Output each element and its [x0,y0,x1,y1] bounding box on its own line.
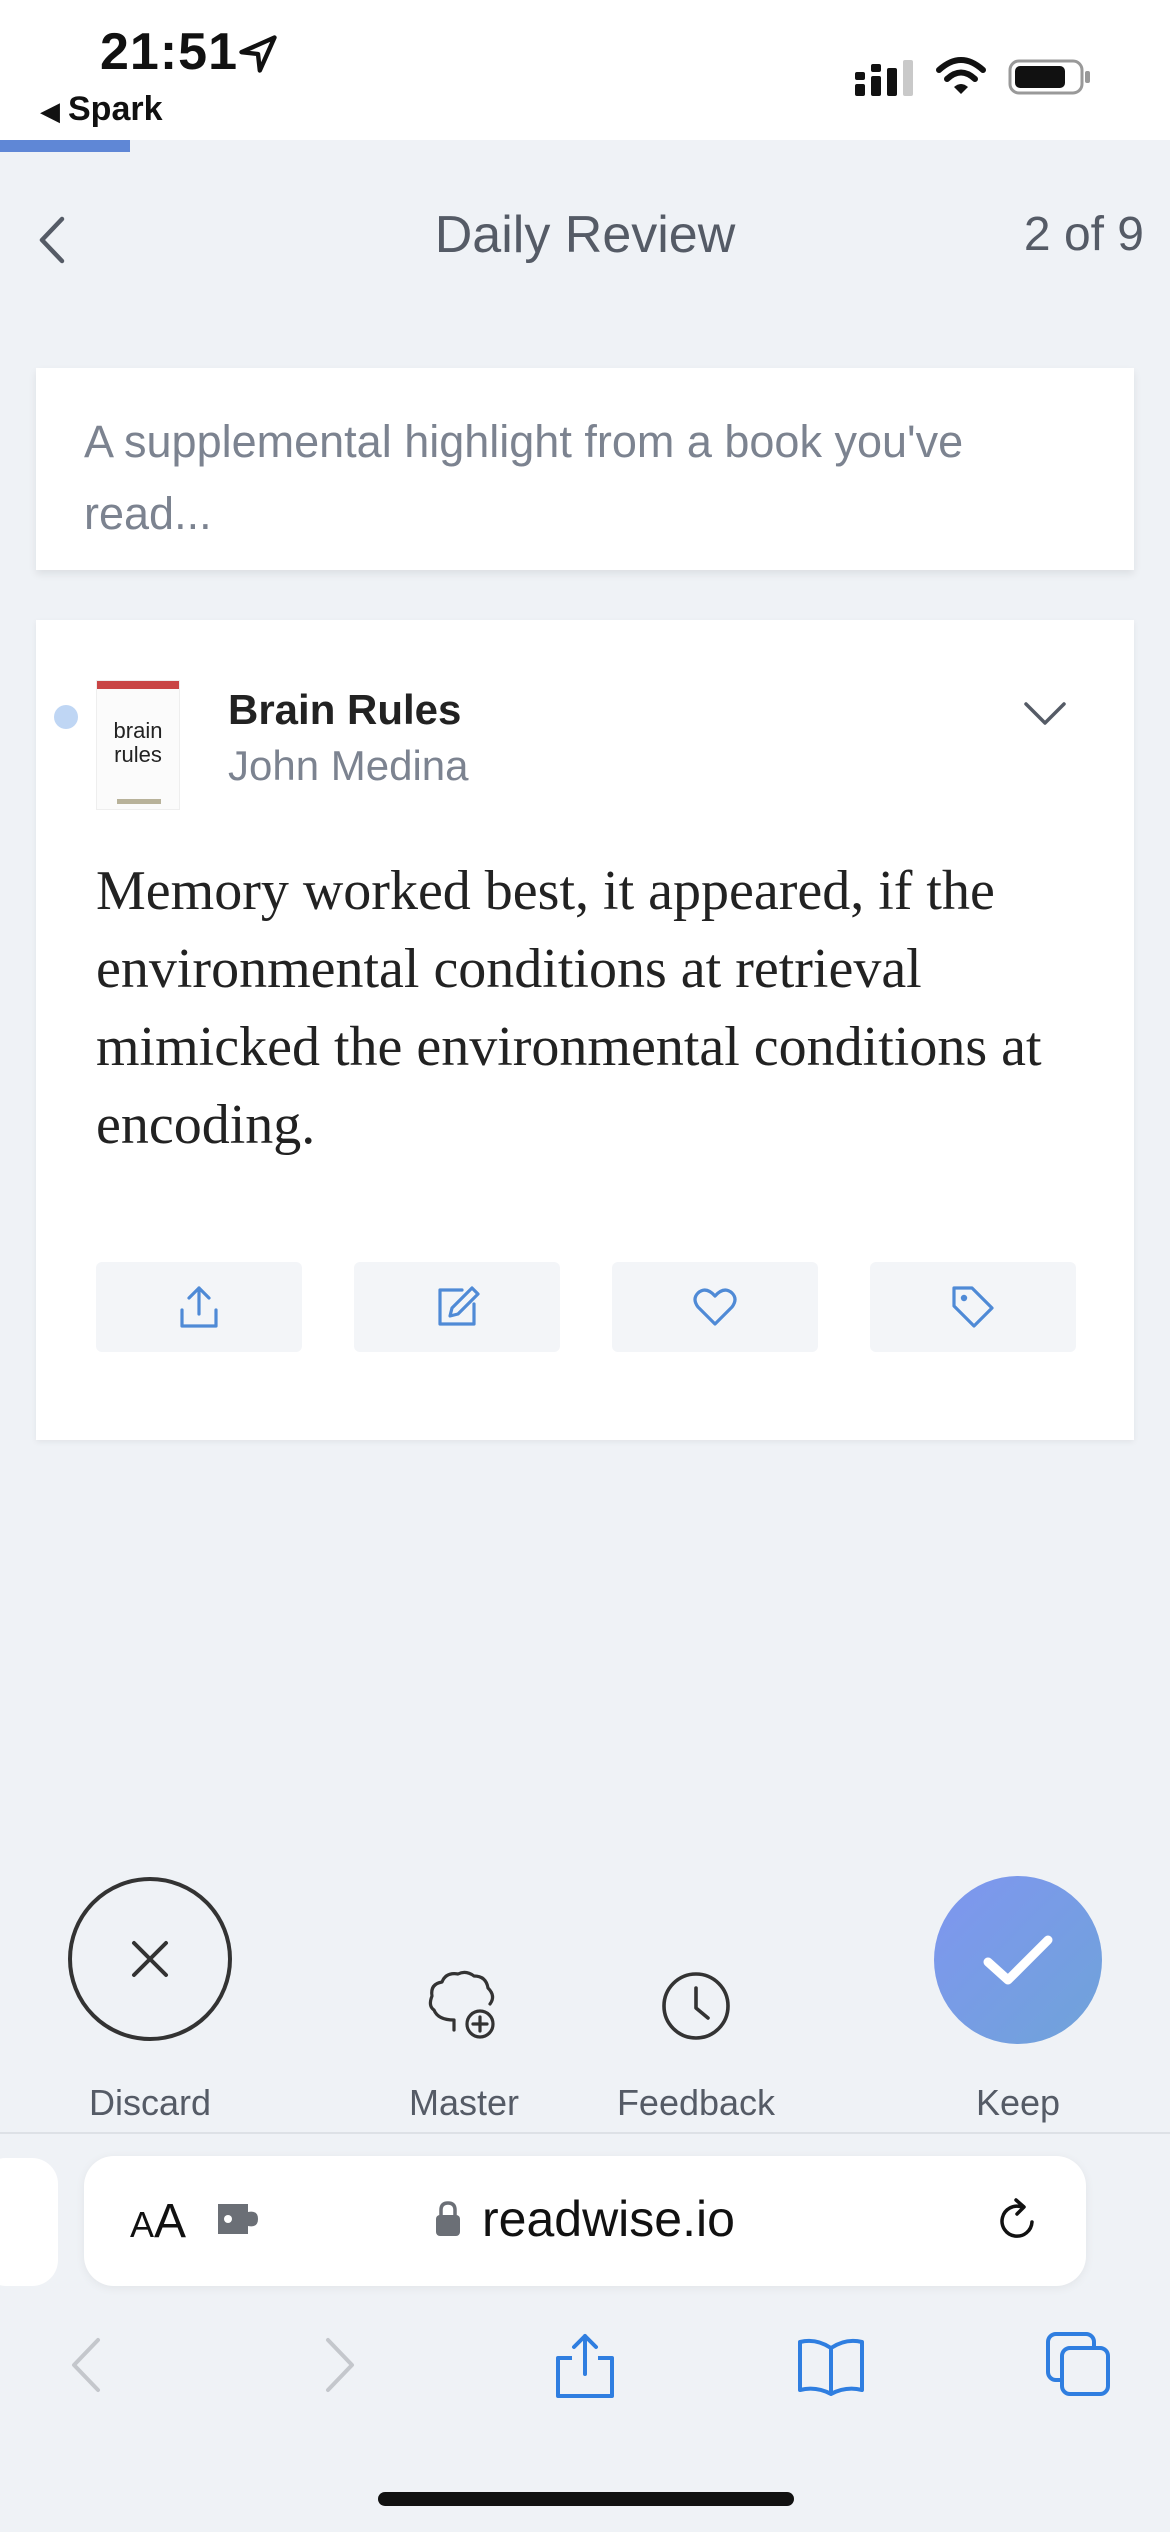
browser-forward-icon[interactable] [304,2330,374,2400]
cover-footer [117,799,161,804]
book-title[interactable]: Brain Rules [228,686,461,734]
status-time: 21:51 [100,23,238,81]
keep-label: Keep [975,2082,1061,2123]
heart-icon [693,1288,737,1326]
tabs-icon[interactable] [1044,2330,1114,2400]
clock-icon[interactable] [660,1970,732,2042]
edit-highlight-button[interactable] [354,1262,560,1352]
supplemental-banner: A supplemental highlight from a book you… [36,368,1134,570]
close-icon [132,1941,168,1977]
browser-separator [0,2132,1170,2134]
banner-text: A supplemental highlight from a book you… [84,416,964,539]
previous-tab-peek[interactable] [0,2158,58,2286]
aa-big: A [154,2195,187,2248]
status-bar: 21:51 ◀ Spark [0,0,1170,140]
back-app-label: Spark [68,90,163,128]
extension-puzzle-icon[interactable] [214,2196,264,2242]
browser-share-icon[interactable] [550,2330,620,2400]
review-progress-bar [0,140,130,152]
back-triangle-icon: ◀ [40,96,60,126]
review-counter: 2 of 9 [1023,208,1144,261]
edit-icon [438,1286,480,1326]
lock-icon [436,2201,460,2236]
highlight-card: brain rules Brain Rules John Medina Memo… [36,620,1134,1440]
feedback-button-label[interactable]: Feedback [566,2082,826,2124]
tag-icon [952,1286,994,1328]
home-indicator [378,2492,794,2506]
cover-title-line2: rules [114,742,162,767]
wifi-icon [936,57,986,94]
book-author: John Medina [228,742,469,789]
brain-plus-icon[interactable] [424,1968,500,2044]
master-button-label[interactable]: Master [334,2082,594,2124]
share-highlight-button[interactable] [96,1262,302,1352]
cover-band [97,681,179,689]
discard-label: Discard [88,2082,212,2123]
checkmark-icon [983,1935,1053,1985]
reader-settings-button[interactable]: AA [130,2194,186,2249]
favorite-highlight-button[interactable] [612,1262,818,1352]
back-to-app-link[interactable]: ◀ Spark [40,90,163,129]
highlight-quote: Memory worked best, it appeared, if the … [96,860,1042,1156]
cover-title-line1: brain [113,718,163,743]
tag-highlight-button[interactable] [870,1262,1076,1352]
discard-button[interactable] [68,1877,232,2041]
bookmarks-icon[interactable] [796,2330,866,2400]
unread-dot [54,705,78,729]
browser-back-icon[interactable] [52,2330,122,2400]
book-cover: brain rules [96,680,180,810]
address-bar[interactable]: AA readwise.io [84,2156,1086,2286]
battery-icon [1008,59,1090,95]
domain-text: readwise.io [482,2191,735,2247]
location-arrow-icon [239,35,277,73]
page-title: Daily Review [434,206,736,264]
chevron-down-icon[interactable] [1020,696,1070,732]
aa-small: A [130,2204,155,2245]
signal-icon [855,60,913,96]
reload-icon[interactable] [992,2196,1042,2246]
share-icon [180,1286,218,1328]
keep-button[interactable] [934,1876,1102,2044]
cover-title: brain rules [97,719,179,767]
